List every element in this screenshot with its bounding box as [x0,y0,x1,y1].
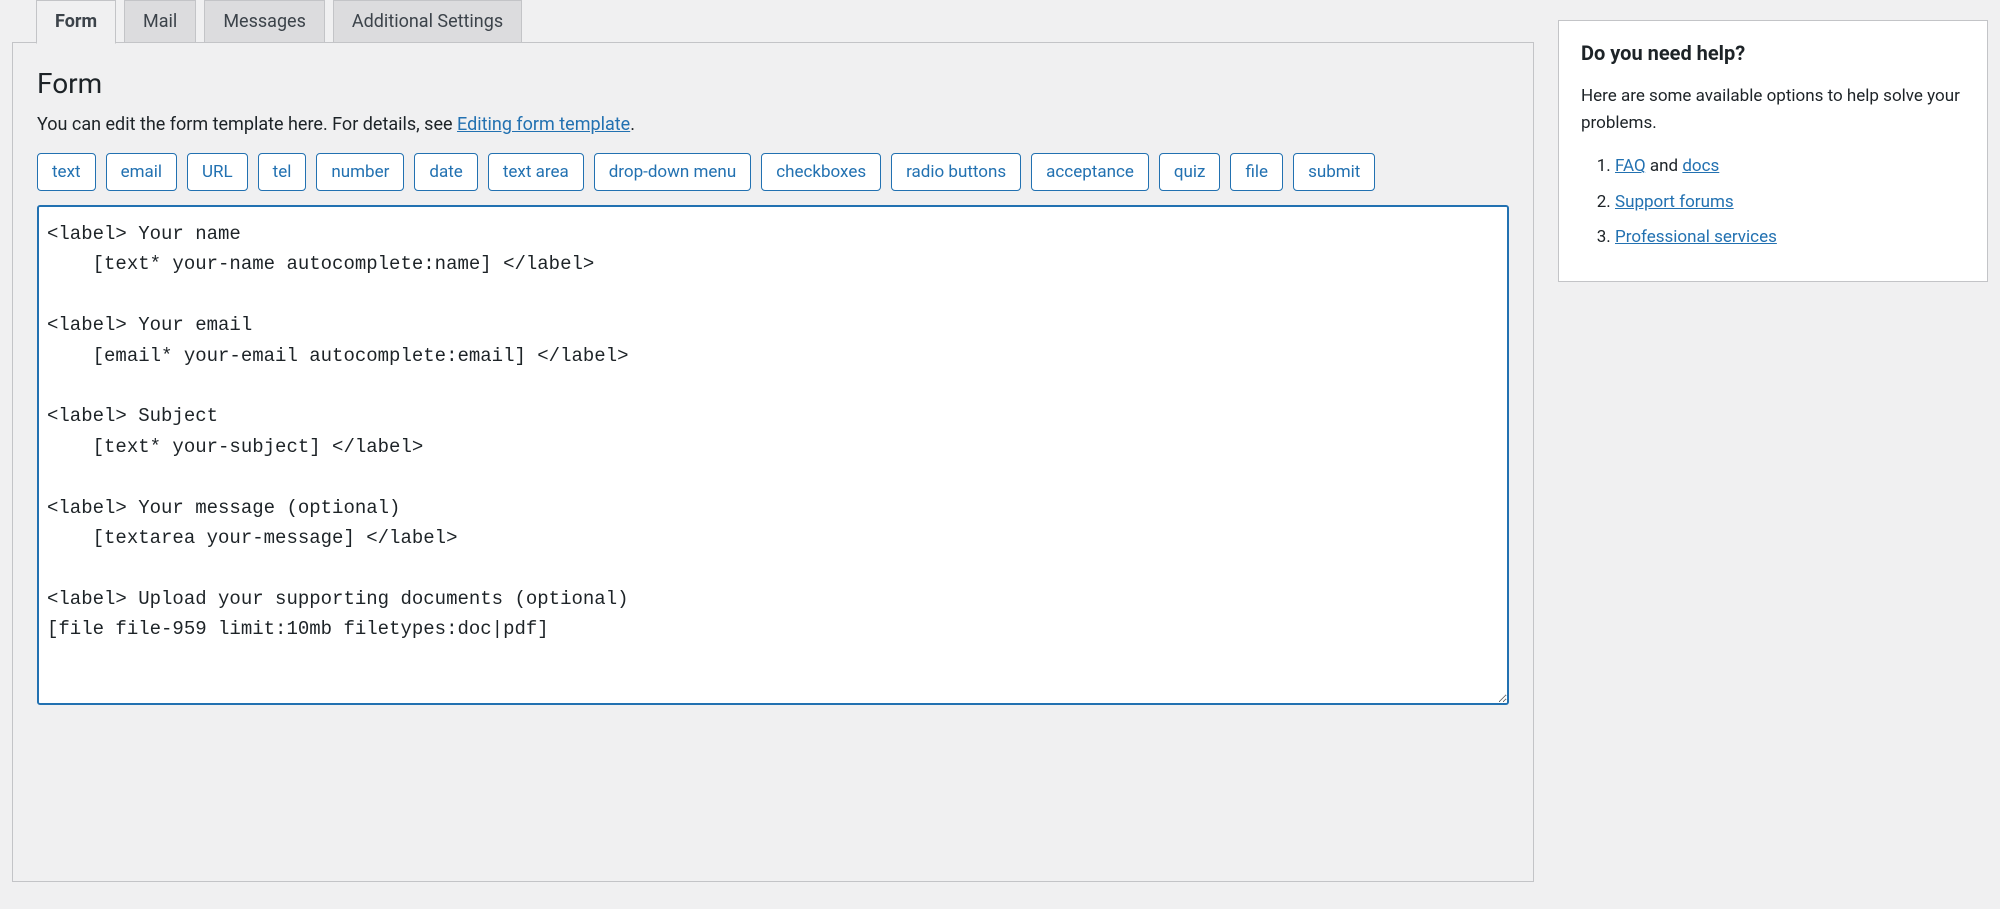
form-panel: Form You can edit the form template here… [12,42,1534,882]
tab-label: Additional Settings [352,11,503,32]
help-item-text: and [1646,156,1683,176]
tab-label: Form [55,11,97,32]
panel-description: You can edit the form template here. For… [37,114,1509,135]
tag-textarea-button[interactable]: text area [488,153,584,191]
help-item-support: Support forums [1615,189,1965,216]
tab-label: Mail [143,11,177,32]
tag-date-button[interactable]: date [414,153,477,191]
tab-additional-settings[interactable]: Additional Settings [333,0,522,43]
tag-checkboxes-button[interactable]: checkboxes [761,153,881,191]
tag-submit-button[interactable]: submit [1293,153,1375,191]
form-template-textarea[interactable] [37,205,1509,705]
tag-file-button[interactable]: file [1230,153,1283,191]
tag-dropdown-button[interactable]: drop-down menu [594,153,751,191]
main-area: Form Mail Messages Additional Settings F… [12,0,1534,882]
tag-quiz-button[interactable]: quiz [1159,153,1221,191]
desc-prefix: You can edit the form template here. For… [37,114,457,135]
sidebar: Do you need help? Here are some availabl… [1558,20,1988,282]
tag-tel-button[interactable]: tel [258,153,307,191]
help-item-services: Professional services [1615,224,1965,251]
professional-services-link[interactable]: Professional services [1615,227,1777,247]
help-list: FAQ and docs Support forums Professional… [1581,153,1965,251]
support-forums-link[interactable]: Support forums [1615,192,1734,212]
panel-heading: Form [37,67,1509,100]
tag-number-button[interactable]: number [316,153,404,191]
tag-email-button[interactable]: email [106,153,177,191]
tag-acceptance-button[interactable]: acceptance [1031,153,1149,191]
help-intro: Here are some available options to help … [1581,83,1965,137]
editing-form-template-link[interactable]: Editing form template [457,114,630,135]
tab-messages[interactable]: Messages [204,0,325,43]
docs-link[interactable]: docs [1682,156,1719,176]
tag-radio-button[interactable]: radio buttons [891,153,1021,191]
help-box: Do you need help? Here are some availabl… [1558,20,1988,282]
help-title: Do you need help? [1581,41,1965,65]
tag-text-button[interactable]: text [37,153,96,191]
desc-suffix: . [630,114,635,135]
tag-button-row: text email URL tel number date text area… [37,153,1509,191]
tag-url-button[interactable]: URL [187,153,248,191]
help-item-faq: FAQ and docs [1615,153,1965,180]
tabs-row: Form Mail Messages Additional Settings [36,0,1534,43]
faq-link[interactable]: FAQ [1615,156,1646,176]
tab-mail[interactable]: Mail [124,0,196,43]
tab-form[interactable]: Form [36,0,116,44]
tab-label: Messages [223,11,306,32]
